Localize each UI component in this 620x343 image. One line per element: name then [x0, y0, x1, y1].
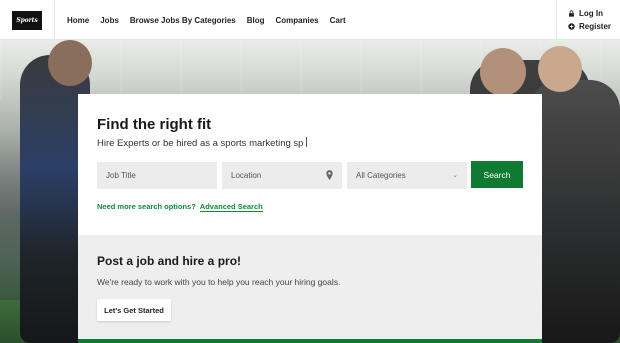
account-menu: Log In Register [556, 0, 620, 40]
more-options-text: Need more search options? [97, 202, 196, 211]
job-title-placeholder: Job Title [106, 171, 136, 180]
chevron-down-icon: ⌄ [452, 172, 458, 179]
plus-circle-icon [568, 22, 575, 30]
site-header: Sports Home Jobs Browse Jobs By Categori… [0, 0, 620, 40]
search-button[interactable]: Search [471, 161, 523, 188]
advanced-search-link[interactable]: Advanced Search [199, 202, 263, 212]
nav-blog[interactable]: Blog [247, 16, 265, 25]
hero-player-right-head [480, 48, 526, 96]
lock-icon [569, 9, 574, 17]
hero-player-left-head [48, 40, 92, 86]
job-title-input[interactable]: Job Title [97, 162, 217, 189]
get-started-button[interactable]: Let's Get Started [97, 299, 171, 321]
post-job-panel: Post a job and hire a pro! We're ready t… [78, 235, 542, 343]
location-input[interactable]: Location [222, 162, 342, 189]
location-pin-icon [326, 170, 333, 180]
login-label: Log In [579, 8, 603, 18]
logo-link[interactable]: Sports [0, 0, 55, 40]
panel-bottom-accent [78, 339, 542, 343]
nav-browse-categories[interactable]: Browse Jobs By Categories [130, 16, 236, 25]
typing-text: Hire Experts or be hired as a sports mar… [97, 138, 304, 149]
search-card-title: Find the right fit [97, 116, 212, 133]
search-card-subtitle: Hire Experts or be hired as a sports mar… [97, 137, 308, 149]
login-link[interactable]: Log In [568, 7, 620, 19]
hero-player-far-right [530, 80, 620, 343]
category-select[interactable]: All Categories ⌄ [347, 162, 467, 189]
advanced-search-row: Need more search options? Advanced Search [97, 202, 263, 212]
main-nav: Home Jobs Browse Jobs By Categories Blog… [60, 0, 350, 40]
nav-home[interactable]: Home [67, 16, 89, 25]
post-job-text: We're ready to work with you to help you… [97, 277, 341, 287]
post-job-title: Post a job and hire a pro! [97, 254, 242, 268]
register-link[interactable]: Register [568, 20, 620, 32]
nav-jobs[interactable]: Jobs [100, 16, 119, 25]
search-card: Find the right fit Hire Experts or be hi… [78, 94, 542, 235]
category-selected: All Categories [356, 171, 406, 180]
brand-logo: Sports [12, 10, 42, 30]
location-placeholder: Location [231, 171, 262, 180]
hero-player-far-right-head [538, 46, 582, 92]
nav-companies[interactable]: Companies [276, 16, 319, 25]
typing-caret [306, 137, 308, 147]
register-label: Register [579, 21, 612, 31]
nav-cart[interactable]: Cart [330, 16, 346, 25]
